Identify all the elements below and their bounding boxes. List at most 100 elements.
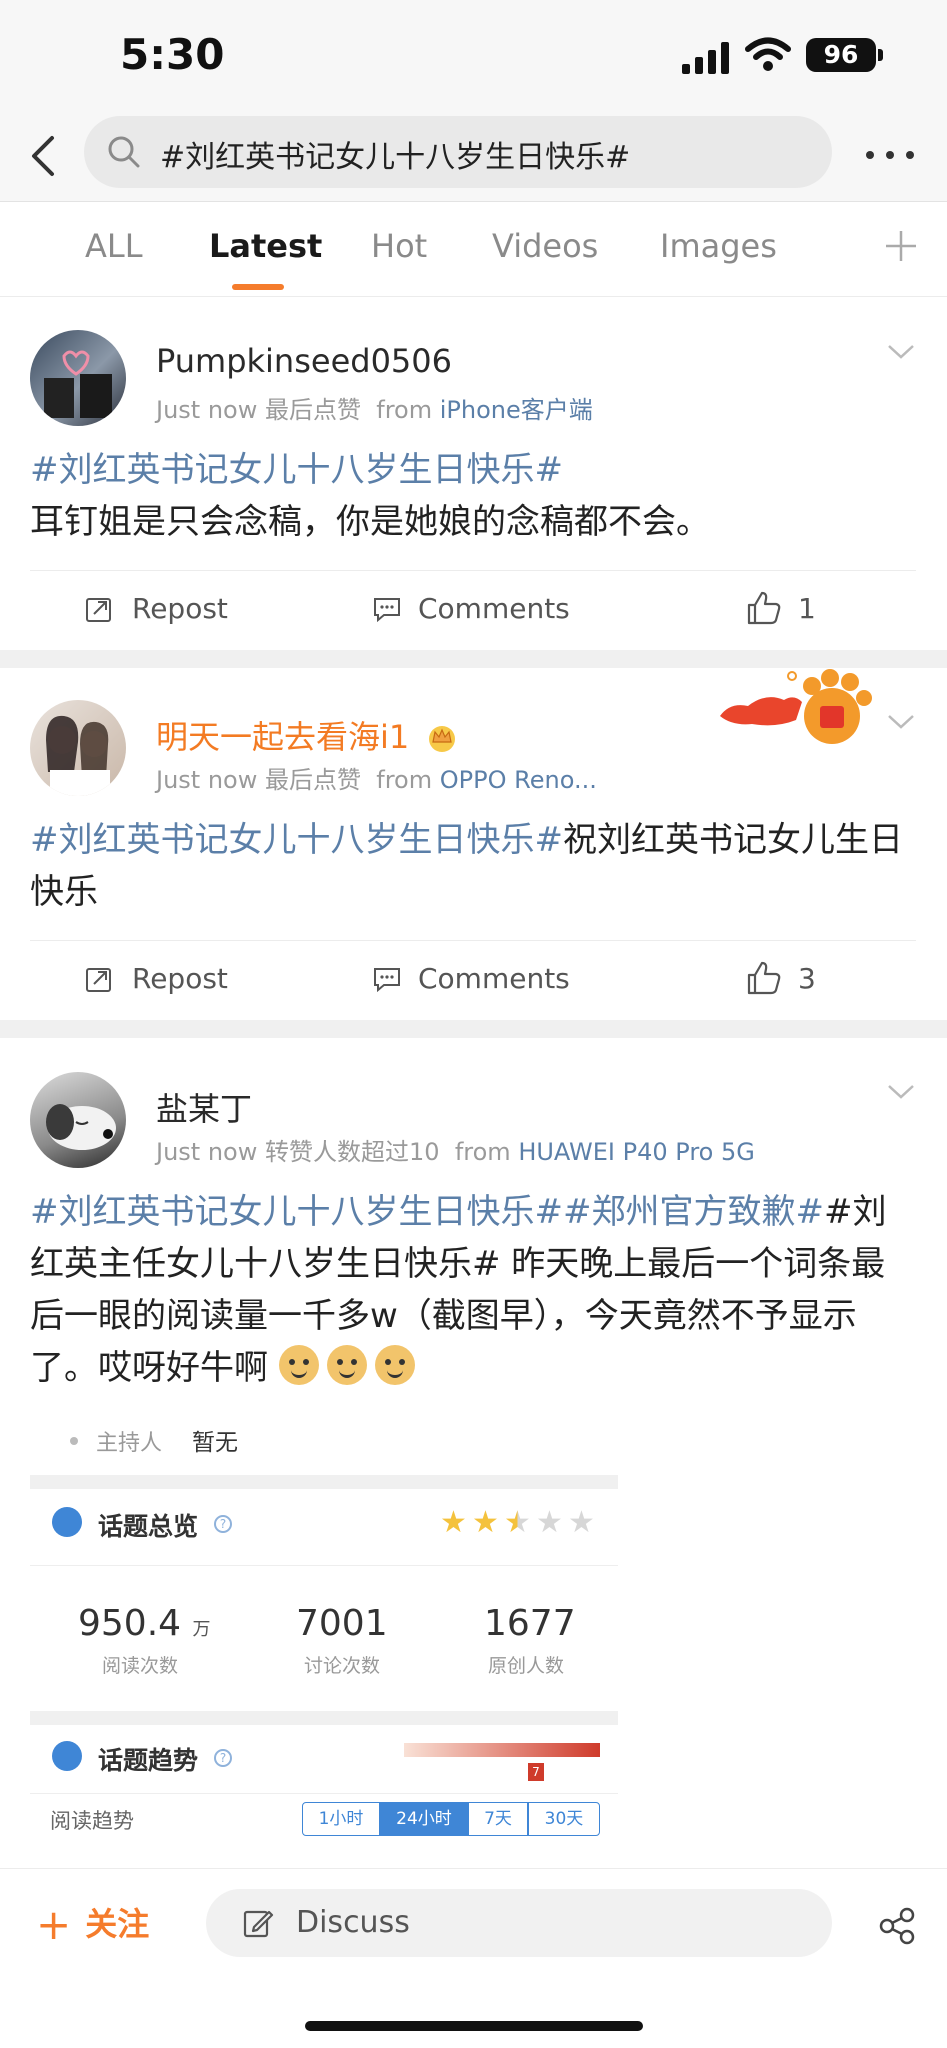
- doge-emoji-icon: [326, 1345, 367, 1385]
- post-actions: Repost Comments 3: [0, 940, 947, 1020]
- embedded-topic-stats-image[interactable]: 主持人 暂无 话题总览 ? ★ ★ ★ ★ ★ 950.4 万 阅读次数 700…: [30, 1405, 618, 1860]
- share-icon[interactable]: [878, 1907, 916, 1945]
- battery-indicator: 96: [806, 38, 883, 72]
- range-1h[interactable]: 1小时: [302, 1802, 380, 1836]
- host-row: 主持人 暂无: [30, 1405, 618, 1475]
- chevron-down-icon[interactable]: [886, 342, 916, 362]
- post-tag: 最后点赞: [265, 766, 361, 794]
- status-time: 5:30: [120, 30, 225, 79]
- back-arrow-icon[interactable]: [24, 130, 64, 182]
- post-body: 耳钉姐是只会念稿，你是她娘的念稿都不会。: [30, 502, 710, 542]
- edit-icon: [243, 1910, 274, 1938]
- comments-button[interactable]: Comments: [418, 962, 570, 995]
- repost-button[interactable]: Repost: [132, 592, 228, 625]
- tab-latest[interactable]: Latest: [209, 227, 322, 265]
- trend-title: 话题趋势: [98, 1746, 199, 1775]
- like-count: 3: [798, 962, 816, 995]
- search-input[interactable]: #刘红英书记女儿十八岁生日快乐#: [84, 116, 832, 188]
- active-tab-indicator: [232, 284, 284, 290]
- paw-sticker-icon: [720, 669, 872, 744]
- home-indicator[interactable]: [305, 2021, 643, 2031]
- divider: [30, 1565, 618, 1566]
- host-value: 暂无: [192, 1430, 238, 1456]
- post-separator: [0, 1020, 947, 1038]
- topic-link[interactable]: #郑州官方致歉#: [563, 1192, 824, 1232]
- discuss-input[interactable]: Discuss: [206, 1889, 832, 1957]
- stat-discussions-label: 讨论次数: [304, 1655, 381, 1677]
- read-trend-label: 阅读趋势: [50, 1809, 134, 1833]
- bottom-bar: + 关注 Discuss: [0, 1868, 947, 2048]
- username-text: 明天一起去看海i1: [156, 718, 410, 756]
- post-source[interactable]: HUAWEI P40 Pro 5G: [518, 1138, 755, 1166]
- star-icon: ★: [568, 1505, 595, 1540]
- stat-value: 950.4: [78, 1603, 182, 1644]
- plus-icon: +: [36, 1900, 72, 1949]
- status-bar: 5:30 96: [0, 0, 947, 110]
- help-icon: ?: [214, 1749, 232, 1767]
- post-source[interactable]: iPhone客户端: [440, 396, 593, 424]
- post-tag: 最后点赞: [265, 396, 361, 424]
- username[interactable]: 明天一起去看海i1: [156, 712, 459, 758]
- username[interactable]: Pumpkinseed0506: [156, 342, 452, 380]
- comment-icon: [374, 968, 400, 993]
- thumbs-up-icon[interactable]: [746, 960, 782, 996]
- thumbs-up-icon[interactable]: [746, 590, 782, 626]
- section-band: [30, 1711, 618, 1725]
- more-options-icon[interactable]: [862, 140, 918, 170]
- avatar[interactable]: [30, 1072, 126, 1168]
- chart-icon: [52, 1507, 82, 1537]
- follow-button[interactable]: + 关注: [36, 1899, 149, 1959]
- from-label: from: [376, 396, 433, 424]
- overview-title: 话题总览: [98, 1512, 199, 1541]
- avatar[interactable]: [30, 700, 126, 796]
- post-actions: Repost Comments 1: [0, 570, 947, 650]
- username[interactable]: 盐某丁: [156, 1084, 252, 1130]
- stat-originals-label: 原创人数: [488, 1655, 565, 1677]
- chart-icon: [52, 1741, 82, 1771]
- post-time: Just now: [156, 766, 258, 794]
- bullet: [70, 1437, 78, 1445]
- topic-link[interactable]: #刘红英书记女儿十八岁生日快乐#: [30, 820, 563, 860]
- trend-marker: 7: [528, 1763, 544, 1781]
- stat-unit: 万: [192, 1619, 211, 1640]
- chevron-down-icon[interactable]: [886, 712, 916, 732]
- post-text: #刘红英书记女儿十八岁生日快乐##郑州官方致歉##刘红英主任女儿十八岁生日快乐#…: [30, 1186, 910, 1394]
- post-separator: [0, 650, 947, 668]
- doge-emoji-icon: [278, 1345, 319, 1385]
- cellular-signal-icon: [682, 42, 729, 74]
- topic-link[interactable]: #刘红英书记女儿十八岁生日快乐#: [30, 1192, 563, 1232]
- range-30d[interactable]: 30天: [528, 1802, 600, 1836]
- comments-button[interactable]: Comments: [418, 592, 570, 625]
- range-24h[interactable]: 24小时: [380, 1802, 468, 1836]
- star-icon: ★: [472, 1505, 499, 1540]
- post-meta: Just now 转赞人数超过10 from HUAWEI P40 Pro 5G: [156, 1132, 755, 1167]
- tab-images[interactable]: Images: [660, 227, 777, 265]
- star-icon: ★: [536, 1505, 563, 1540]
- post-meta: Just now 最后点赞 from OPPO Reno...: [156, 760, 597, 795]
- help-icon: ?: [214, 1515, 232, 1533]
- tab-videos[interactable]: Videos: [492, 227, 598, 265]
- topic-link[interactable]: #刘红英书记女儿十八岁生日快乐#: [30, 444, 910, 496]
- stat-reads-label: 阅读次数: [102, 1655, 179, 1677]
- divider: [30, 1793, 618, 1794]
- post-card[interactable]: Pumpkinseed0506 Just now 最后点赞 from iPhon…: [0, 298, 947, 650]
- from-label: from: [454, 1138, 511, 1166]
- avatar[interactable]: [30, 330, 126, 426]
- like-count: 1: [798, 592, 816, 625]
- repost-icon: [86, 968, 111, 992]
- tab-hot[interactable]: Hot: [371, 227, 427, 265]
- post-source[interactable]: OPPO Reno...: [440, 766, 597, 794]
- repost-button[interactable]: Repost: [132, 962, 228, 995]
- post-meta: Just now 最后点赞 from iPhone客户端: [156, 390, 593, 425]
- range-7d[interactable]: 7天: [468, 1802, 528, 1836]
- add-tab-icon[interactable]: [884, 229, 918, 263]
- chevron-down-icon[interactable]: [886, 1082, 916, 1102]
- stat-discussions-value: 7001: [296, 1603, 388, 1644]
- doge-emoji-icon: [374, 1345, 415, 1385]
- filter-tabs: ALL Latest Hot Videos Images: [0, 203, 947, 297]
- star-icon: ★: [440, 1505, 467, 1540]
- trend-heat-bar: [404, 1743, 600, 1757]
- stat-originals-value: 1677: [484, 1603, 576, 1644]
- tab-all[interactable]: ALL: [85, 227, 143, 265]
- repost-icon: [86, 598, 111, 622]
